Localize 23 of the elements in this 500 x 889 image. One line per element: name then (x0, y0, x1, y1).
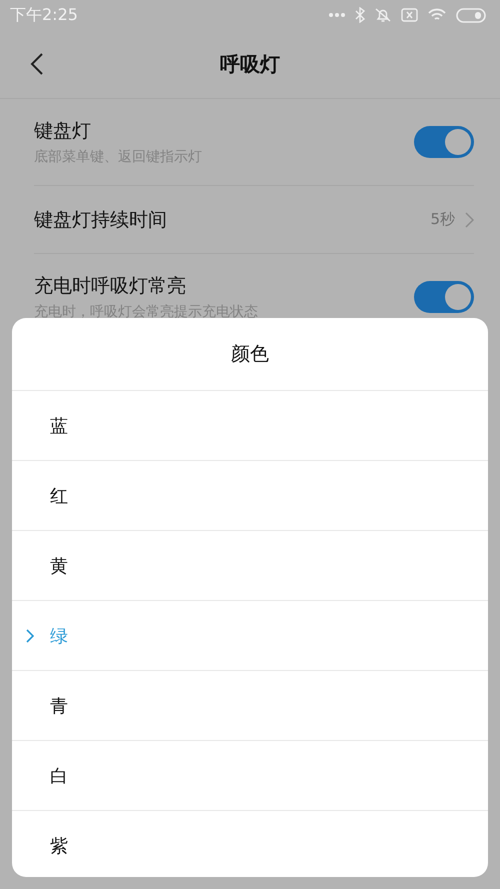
color-option[interactable]: 紫 (12, 811, 488, 877)
toggle-switch[interactable] (414, 281, 474, 313)
bluetooth-icon (355, 7, 365, 23)
setting-title: 键盘灯持续时间 (34, 208, 167, 232)
toggle-switch[interactable] (414, 126, 474, 158)
color-option[interactable]: 蓝 (12, 391, 488, 461)
chevron-right-icon (26, 629, 34, 643)
color-option[interactable]: 黄 (12, 531, 488, 601)
chevron-right-icon (465, 212, 474, 228)
sim-x-icon (401, 8, 418, 22)
setting-value: 5秒 (430, 210, 455, 229)
color-option[interactable]: 红 (12, 461, 488, 531)
status-time: 下午2:25 (10, 4, 78, 26)
dialog-title: 颜色 (231, 342, 269, 367)
page-title: 呼吸灯 (220, 50, 280, 78)
color-option[interactable]: 青 (12, 671, 488, 741)
color-option[interactable]: 白 (12, 741, 488, 811)
setting-title: 键盘灯 (34, 119, 92, 144)
battery-icon (456, 8, 486, 22)
muted-bell-icon (375, 7, 391, 23)
wifi-icon (428, 8, 446, 22)
setting-title: 充电时呼吸灯常亮 (34, 274, 187, 299)
more-dots-icon (329, 13, 345, 17)
